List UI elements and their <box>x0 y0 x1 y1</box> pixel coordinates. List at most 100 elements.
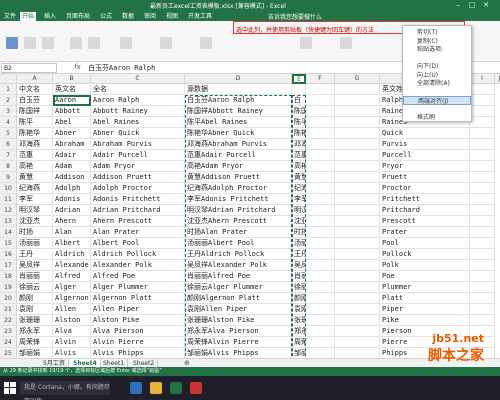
cell[interactable] <box>335 106 380 117</box>
cell[interactable] <box>470 249 495 260</box>
tab-page-layout[interactable]: 页面布局 <box>64 12 92 21</box>
cell[interactable] <box>335 183 380 194</box>
cell[interactable] <box>306 238 335 249</box>
cell[interactable]: Allen Piper <box>91 304 185 315</box>
cell[interactable]: 明汉琴Adrian Pritchard <box>185 205 292 216</box>
cell[interactable]: Abbott <box>53 106 91 117</box>
cell[interactable] <box>470 95 495 106</box>
row-header[interactable]: 13 <box>0 216 17 227</box>
cell[interactable]: Alvis <box>53 348 91 358</box>
cell[interactable]: 高艳Adam Pryor <box>292 161 306 172</box>
cut-icon[interactable] <box>24 37 36 49</box>
cell[interactable]: 邹丽娟 <box>17 348 53 358</box>
cell[interactable]: 高艳 <box>17 161 53 172</box>
cell[interactable]: 陈平Abel Raines <box>292 117 306 128</box>
row-header[interactable]: 24 <box>0 337 17 348</box>
cell[interactable]: Prater <box>380 227 470 238</box>
cell[interactable]: Abner Quick <box>91 128 185 139</box>
cell[interactable]: Prescott <box>380 216 470 227</box>
cell[interactable]: Adrian Pritchard <box>91 205 185 216</box>
cell[interactable] <box>335 205 380 216</box>
cell[interactable]: 邓海燕Abraham Purvis <box>185 139 292 150</box>
cell[interactable] <box>335 95 380 106</box>
cell[interactable]: Pryor <box>380 161 470 172</box>
cell[interactable]: Alger <box>53 282 91 293</box>
cell[interactable] <box>306 227 335 238</box>
cell[interactable] <box>335 172 380 183</box>
cell[interactable]: Pike <box>380 315 470 326</box>
cell[interactable] <box>306 260 335 271</box>
cell[interactable] <box>335 139 380 150</box>
tab-insert[interactable]: 插入 <box>42 12 58 21</box>
windows-start-icon[interactable] <box>4 382 16 394</box>
cell[interactable]: 邹丽娟Alvis Phipps <box>292 348 306 358</box>
cell[interactable]: Abel Raines <box>91 117 185 128</box>
cell[interactable]: 肖丽丽Alfred Poe <box>292 271 306 282</box>
cell[interactable] <box>470 117 495 128</box>
close-icon[interactable]: ✕ <box>480 0 492 11</box>
cell[interactable]: 郑永军Alva Pierson <box>292 326 306 337</box>
cell[interactable]: 黄慧 <box>17 172 53 183</box>
cell[interactable] <box>306 315 335 326</box>
row-header[interactable]: 19 <box>0 282 17 293</box>
row-header[interactable]: 9 <box>0 172 17 183</box>
cell[interactable]: 纪海燕Adolph Proctor <box>292 183 306 194</box>
cell[interactable]: 李军Adonis Pritchett <box>185 194 292 205</box>
tab-review[interactable]: 审阅 <box>142 12 158 21</box>
cell[interactable] <box>306 326 335 337</box>
cell[interactable]: Allen <box>53 304 91 315</box>
cell[interactable] <box>306 337 335 348</box>
cell[interactable]: 郑永军Alva Pierson <box>185 326 292 337</box>
cell[interactable]: 黄慧Addison Pruett <box>292 172 306 183</box>
cell[interactable]: Pruett <box>380 172 470 183</box>
cell[interactable] <box>470 139 495 150</box>
cell[interactable]: 汤丽丽 <box>17 238 53 249</box>
cell[interactable] <box>306 139 335 150</box>
cell[interactable]: Alvis Phipps <box>91 348 185 358</box>
cell[interactable]: Aaron Ralph <box>91 95 185 106</box>
cell[interactable] <box>470 150 495 161</box>
cell[interactable] <box>335 128 380 139</box>
cell[interactable]: Alexander Polk <box>91 260 185 271</box>
cell[interactable] <box>335 227 380 238</box>
cell[interactable] <box>306 216 335 227</box>
minimize-icon[interactable]: – <box>452 0 464 11</box>
cell[interactable] <box>470 161 495 172</box>
tab-data[interactable]: 数据 <box>120 12 136 21</box>
fx-icon[interactable]: fx <box>74 63 81 71</box>
row-header[interactable]: 3 <box>0 106 17 117</box>
cell[interactable] <box>470 84 495 95</box>
cell[interactable] <box>335 216 380 227</box>
cell[interactable]: 周荣锋Alvin Pierre <box>185 337 292 348</box>
cell[interactable]: 袁刚Allen Piper <box>185 304 292 315</box>
cell[interactable]: 袁刚Allen Piper <box>292 304 306 315</box>
row-header[interactable]: 11 <box>0 194 17 205</box>
cell[interactable]: 颜刚Algernon Platt <box>292 293 306 304</box>
cell[interactable]: 徐丽云Alger Plummer <box>185 282 292 293</box>
cell[interactable]: Poe <box>380 271 470 282</box>
cell[interactable]: Aldrich <box>53 249 91 260</box>
cell[interactable]: 白 <box>292 95 306 106</box>
cell[interactable]: 肖丽丽 <box>17 271 53 282</box>
cell[interactable]: 张珊珊 <box>17 315 53 326</box>
cell[interactable] <box>335 238 380 249</box>
cell[interactable]: 全名 <box>91 84 185 95</box>
row-header[interactable]: 8 <box>0 161 17 172</box>
cell[interactable] <box>335 282 380 293</box>
cell[interactable] <box>470 315 495 326</box>
cell[interactable] <box>470 238 495 249</box>
cell[interactable] <box>470 293 495 304</box>
cell[interactable]: Alexander <box>53 260 91 271</box>
cell[interactable]: Algernon <box>53 293 91 304</box>
cell[interactable] <box>335 337 380 348</box>
cell[interactable]: 陈平 <box>17 117 53 128</box>
cell[interactable]: Abbott Rainey <box>91 106 185 117</box>
cell[interactable]: 袁刚 <box>17 304 53 315</box>
excel-icon[interactable] <box>170 382 182 394</box>
cell[interactable]: 邹丽娟Alvis Phipps <box>185 348 292 358</box>
cell[interactable]: Addison <box>53 172 91 183</box>
cell[interactable]: 王丹Aldrich Pollock <box>185 249 292 260</box>
cell[interactable]: 白玉芬 <box>17 95 53 106</box>
cell[interactable] <box>470 205 495 216</box>
cell[interactable]: Algernon Platt <box>91 293 185 304</box>
